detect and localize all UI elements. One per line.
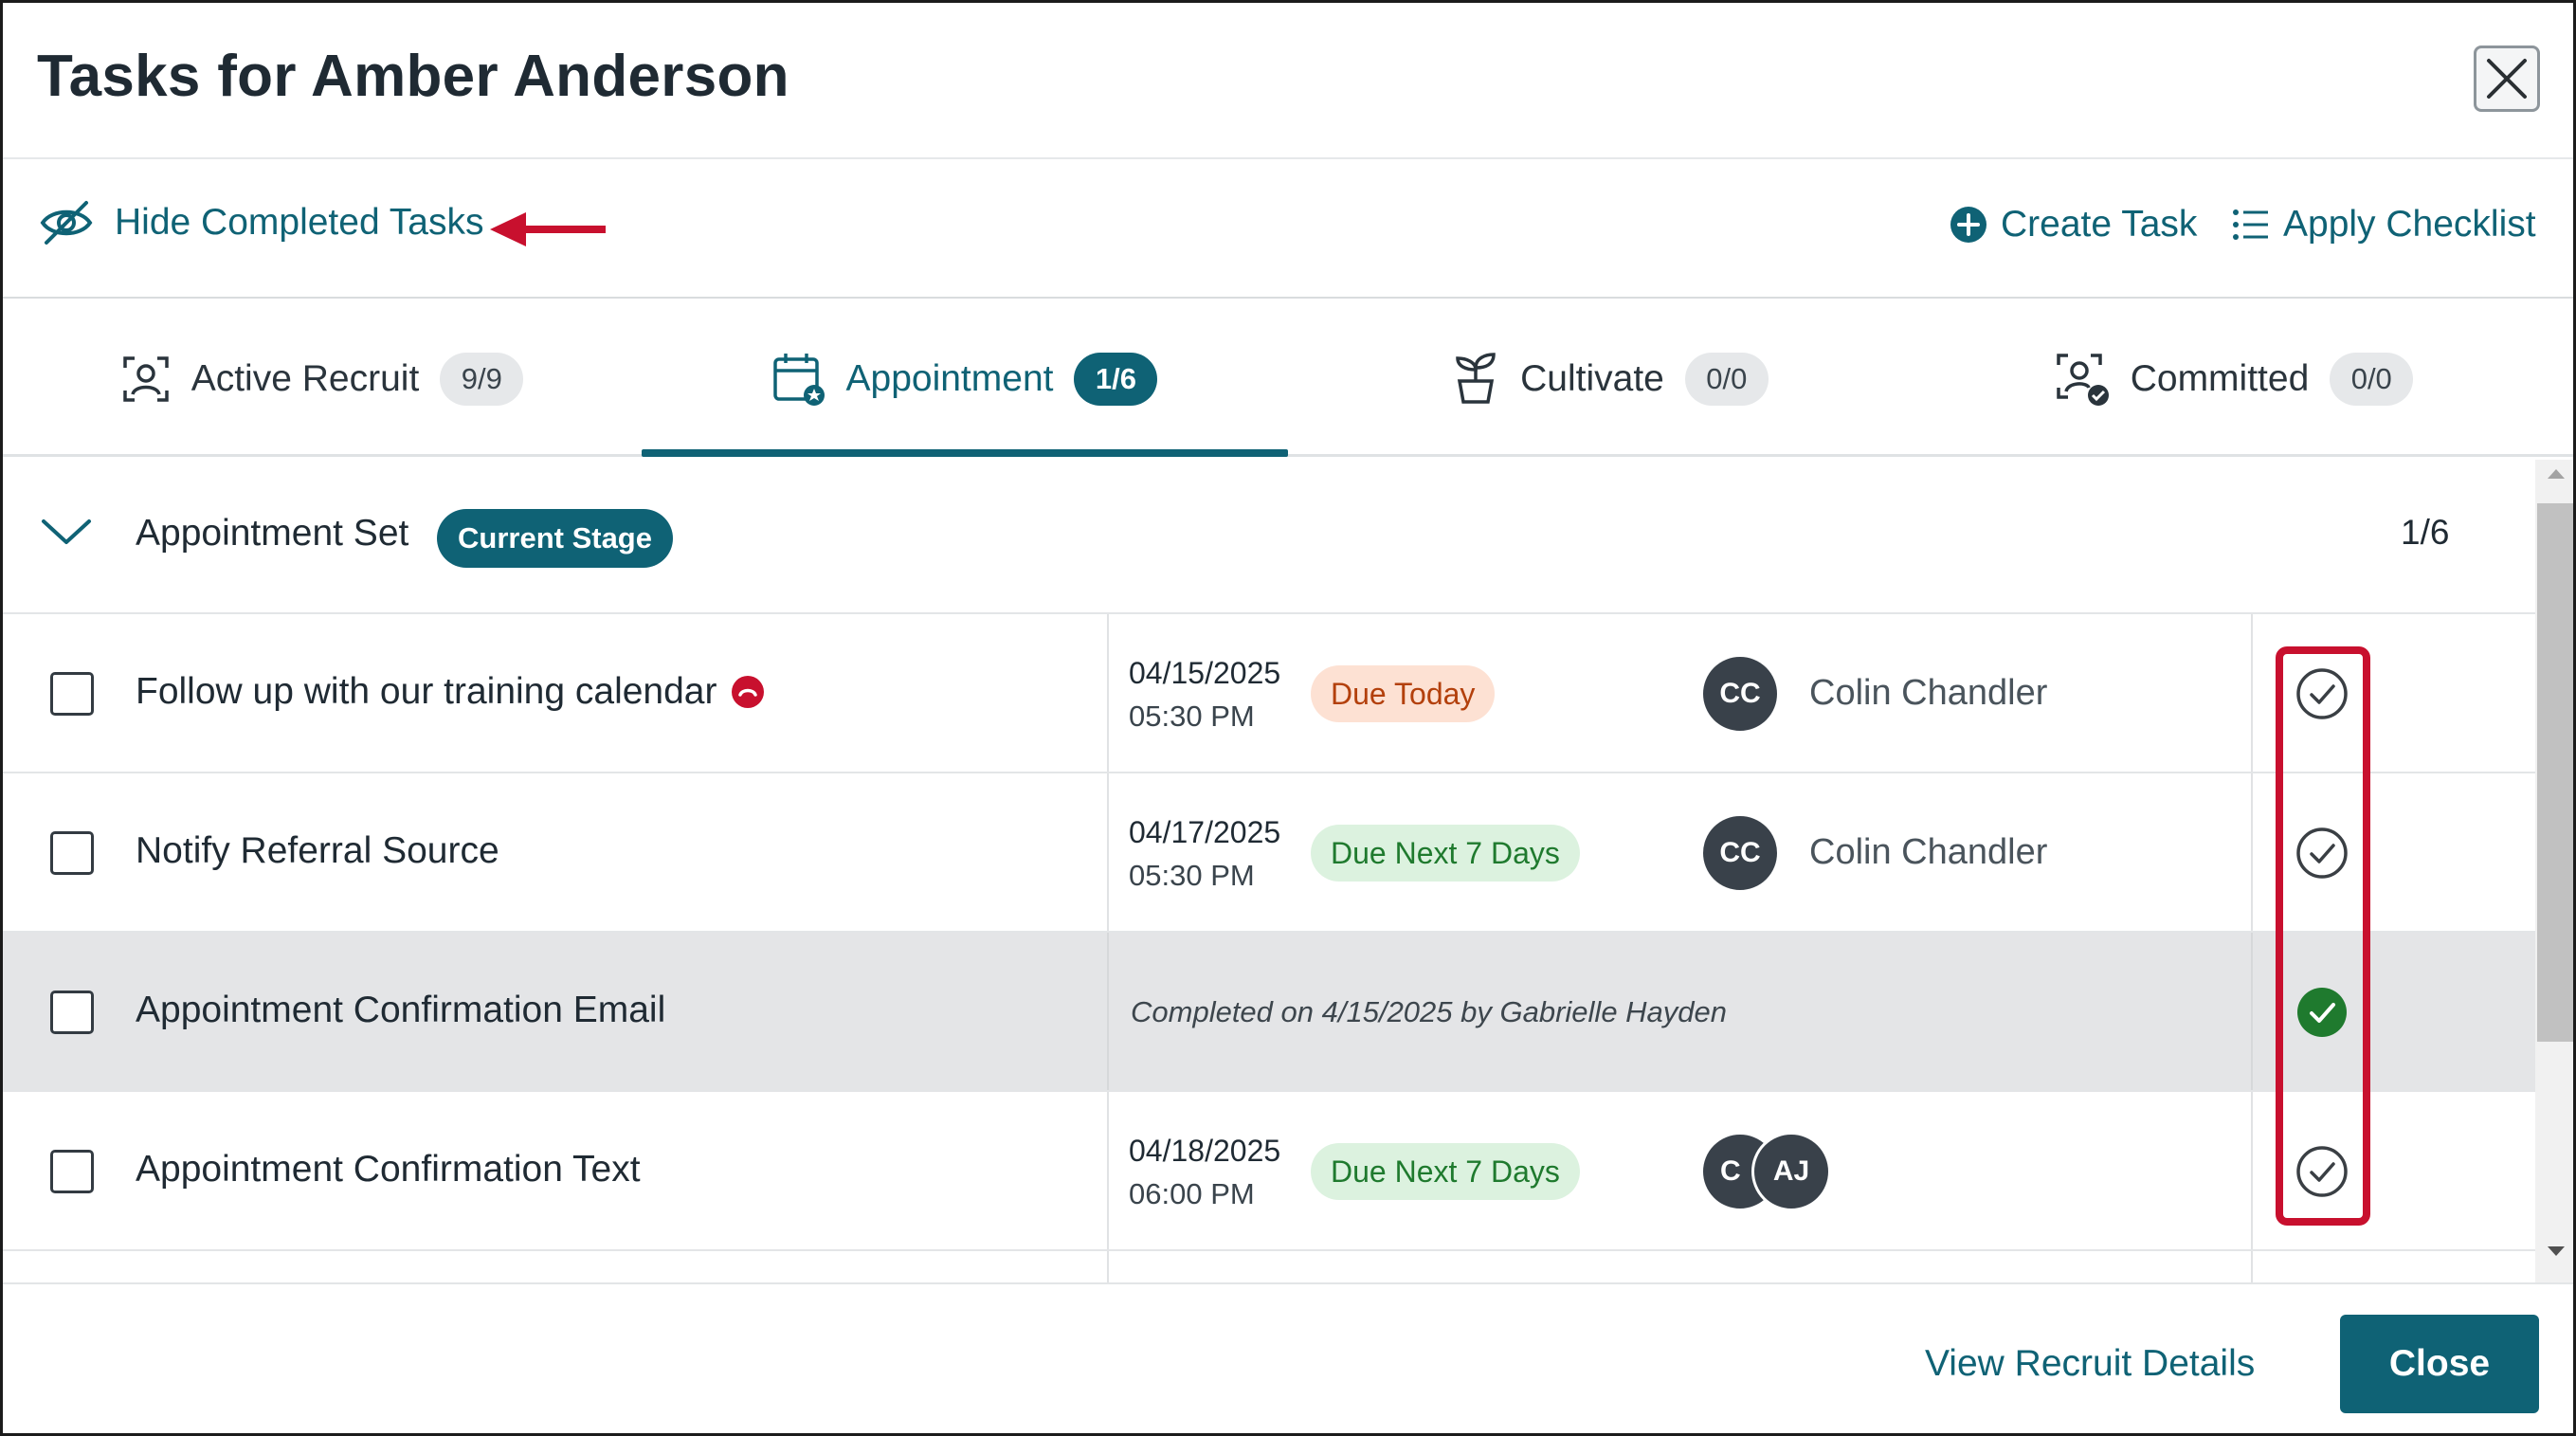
tab-label: Appointment [845, 357, 1054, 399]
due-time: 06:00 PM [1129, 1177, 1255, 1210]
task-name: Notify Referral Source [136, 830, 499, 872]
avatar: AJ [1751, 1132, 1831, 1211]
column-divider [2251, 614, 2253, 772]
triangle-up-icon [2548, 469, 2565, 479]
tab-label: Cultivate [1520, 357, 1664, 399]
scrollbar[interactable] [2535, 460, 2573, 1282]
tab-count-badge: 9/9 [440, 352, 524, 406]
task-checkbox[interactable] [50, 1150, 94, 1193]
table-row: Appointment Confirmation Email Completed… [3, 933, 2535, 1092]
table-row: Follow up with our training calendar 04/… [3, 614, 2535, 773]
column-divider [2251, 1251, 2253, 1282]
assignee-name: Colin Chandler [1809, 673, 2048, 713]
stage-header: Appointment Set Current Stage 1/6 [3, 460, 2535, 614]
calendar-star-icon [772, 353, 825, 406]
table-row [3, 1251, 2535, 1282]
due-date: 04/17/2025 [1129, 815, 1281, 849]
annotation-arrow-icon [490, 212, 606, 246]
create-task-label: Create Task [2001, 204, 2198, 245]
completed-note: Completed on 4/15/2025 by Gabrielle Hayd… [1131, 995, 1728, 1028]
column-divider [1107, 1092, 1109, 1249]
current-stage-badge: Current Stage [437, 509, 673, 568]
close-button[interactable]: Close [2340, 1315, 2539, 1413]
tab-label: Committed [2130, 357, 2310, 399]
due-status-badge: Due Today [1311, 665, 1496, 722]
create-task-button[interactable]: Create Task [1950, 204, 2197, 245]
column-divider [1107, 1251, 1109, 1282]
table-row: Notify Referral Source 04/17/2025 05:30 … [3, 773, 2535, 933]
action-bar: Hide Completed Tasks Create Task Apply C… [3, 161, 2573, 299]
due-time: 05:30 PM [1129, 859, 1255, 892]
task-list-area: Appointment Set Current Stage 1/6 Follow… [3, 460, 2535, 1282]
active-tab-indicator [642, 449, 1288, 457]
avatar: CC [1700, 654, 1780, 734]
hide-completed-tasks-link[interactable]: Hide Completed Tasks [39, 199, 483, 246]
stage-progress-count: 1/6 [2401, 513, 2450, 552]
column-divider [1107, 933, 1109, 1090]
person-frame-icon [122, 355, 169, 402]
due-status-badge: Due Next 7 Days [1311, 825, 1580, 882]
tasks-dialog: Tasks for Amber Anderson Hide Completed … [0, 0, 2576, 1436]
hide-completed-tasks-label: Hide Completed Tasks [115, 202, 484, 243]
avatar: CC [1700, 813, 1780, 893]
column-divider [1107, 614, 1109, 772]
dialog-header: Tasks for Amber Anderson [3, 3, 2573, 159]
tab-label: Active Recruit [190, 357, 420, 399]
apply-checklist-button[interactable]: Apply Checklist [2232, 204, 2536, 245]
task-name-text: Follow up with our training calendar [136, 671, 717, 712]
scroll-down-button[interactable] [2535, 1245, 2573, 1271]
view-recruit-details-link[interactable]: View Recruit Details [1925, 1343, 2255, 1385]
due-date: 04/15/2025 [1129, 656, 1281, 690]
scrollbar-thumb[interactable] [2537, 503, 2573, 1042]
tab-count-badge: 0/0 [2330, 352, 2414, 406]
annotation-highlight-box [2276, 646, 2370, 1226]
task-name-text: Appointment Confirmation Email [136, 990, 666, 1030]
tab-active-recruit[interactable]: Active Recruit 9/9 [3, 300, 642, 457]
person-check-icon [2056, 353, 2109, 406]
overdue-alert-icon [731, 676, 764, 708]
stage-tabs: Active Recruit 9/9 Appointment 1/6 Culti… [3, 300, 2573, 457]
dialog-footer: View Recruit Details Close [3, 1282, 2573, 1433]
dialog-title: Tasks for Amber Anderson [37, 44, 789, 109]
column-divider [1107, 773, 1109, 931]
task-name: Appointment Confirmation Text [136, 1149, 641, 1191]
column-divider [2251, 933, 2253, 1090]
due-time: 05:30 PM [1129, 700, 1255, 733]
tab-cultivate[interactable]: Cultivate 0/0 [1288, 300, 1932, 457]
task-checkbox[interactable] [50, 831, 94, 875]
task-checkbox[interactable] [50, 672, 94, 716]
tab-committed[interactable]: Committed 0/0 [1932, 300, 2535, 457]
task-name: Follow up with our training calendar [136, 671, 765, 713]
plus-circle-icon [1950, 207, 1986, 243]
assignee-name: Colin Chandler [1809, 832, 2048, 872]
column-divider [2251, 773, 2253, 931]
scroll-up-button[interactable] [2535, 467, 2573, 494]
list-icon [2233, 209, 2268, 240]
task-checkbox[interactable] [50, 991, 94, 1034]
close-icon [2487, 59, 2527, 99]
eye-slash-icon [40, 201, 93, 245]
task-name-text: Notify Referral Source [136, 830, 499, 871]
triangle-down-icon [2548, 1246, 2565, 1256]
stage-name: Appointment Set [136, 513, 409, 554]
table-row: Appointment Confirmation Text 04/18/2025… [3, 1092, 2535, 1251]
due-status-badge: Due Next 7 Days [1311, 1143, 1580, 1200]
apply-checklist-label: Apply Checklist [2283, 204, 2536, 245]
due-date: 04/18/2025 [1129, 1134, 1281, 1168]
tab-appointment[interactable]: Appointment 1/6 [642, 300, 1288, 457]
close-dialog-button[interactable] [2474, 45, 2540, 112]
chevron-down-icon[interactable] [41, 517, 92, 547]
task-name-text: Appointment Confirmation Text [136, 1149, 641, 1190]
plant-pot-icon [1456, 352, 1496, 404]
column-divider [2251, 1092, 2253, 1249]
tab-count-badge: 1/6 [1074, 352, 1158, 406]
task-name: Appointment Confirmation Email [136, 990, 665, 1031]
tab-count-badge: 0/0 [1684, 352, 1769, 406]
